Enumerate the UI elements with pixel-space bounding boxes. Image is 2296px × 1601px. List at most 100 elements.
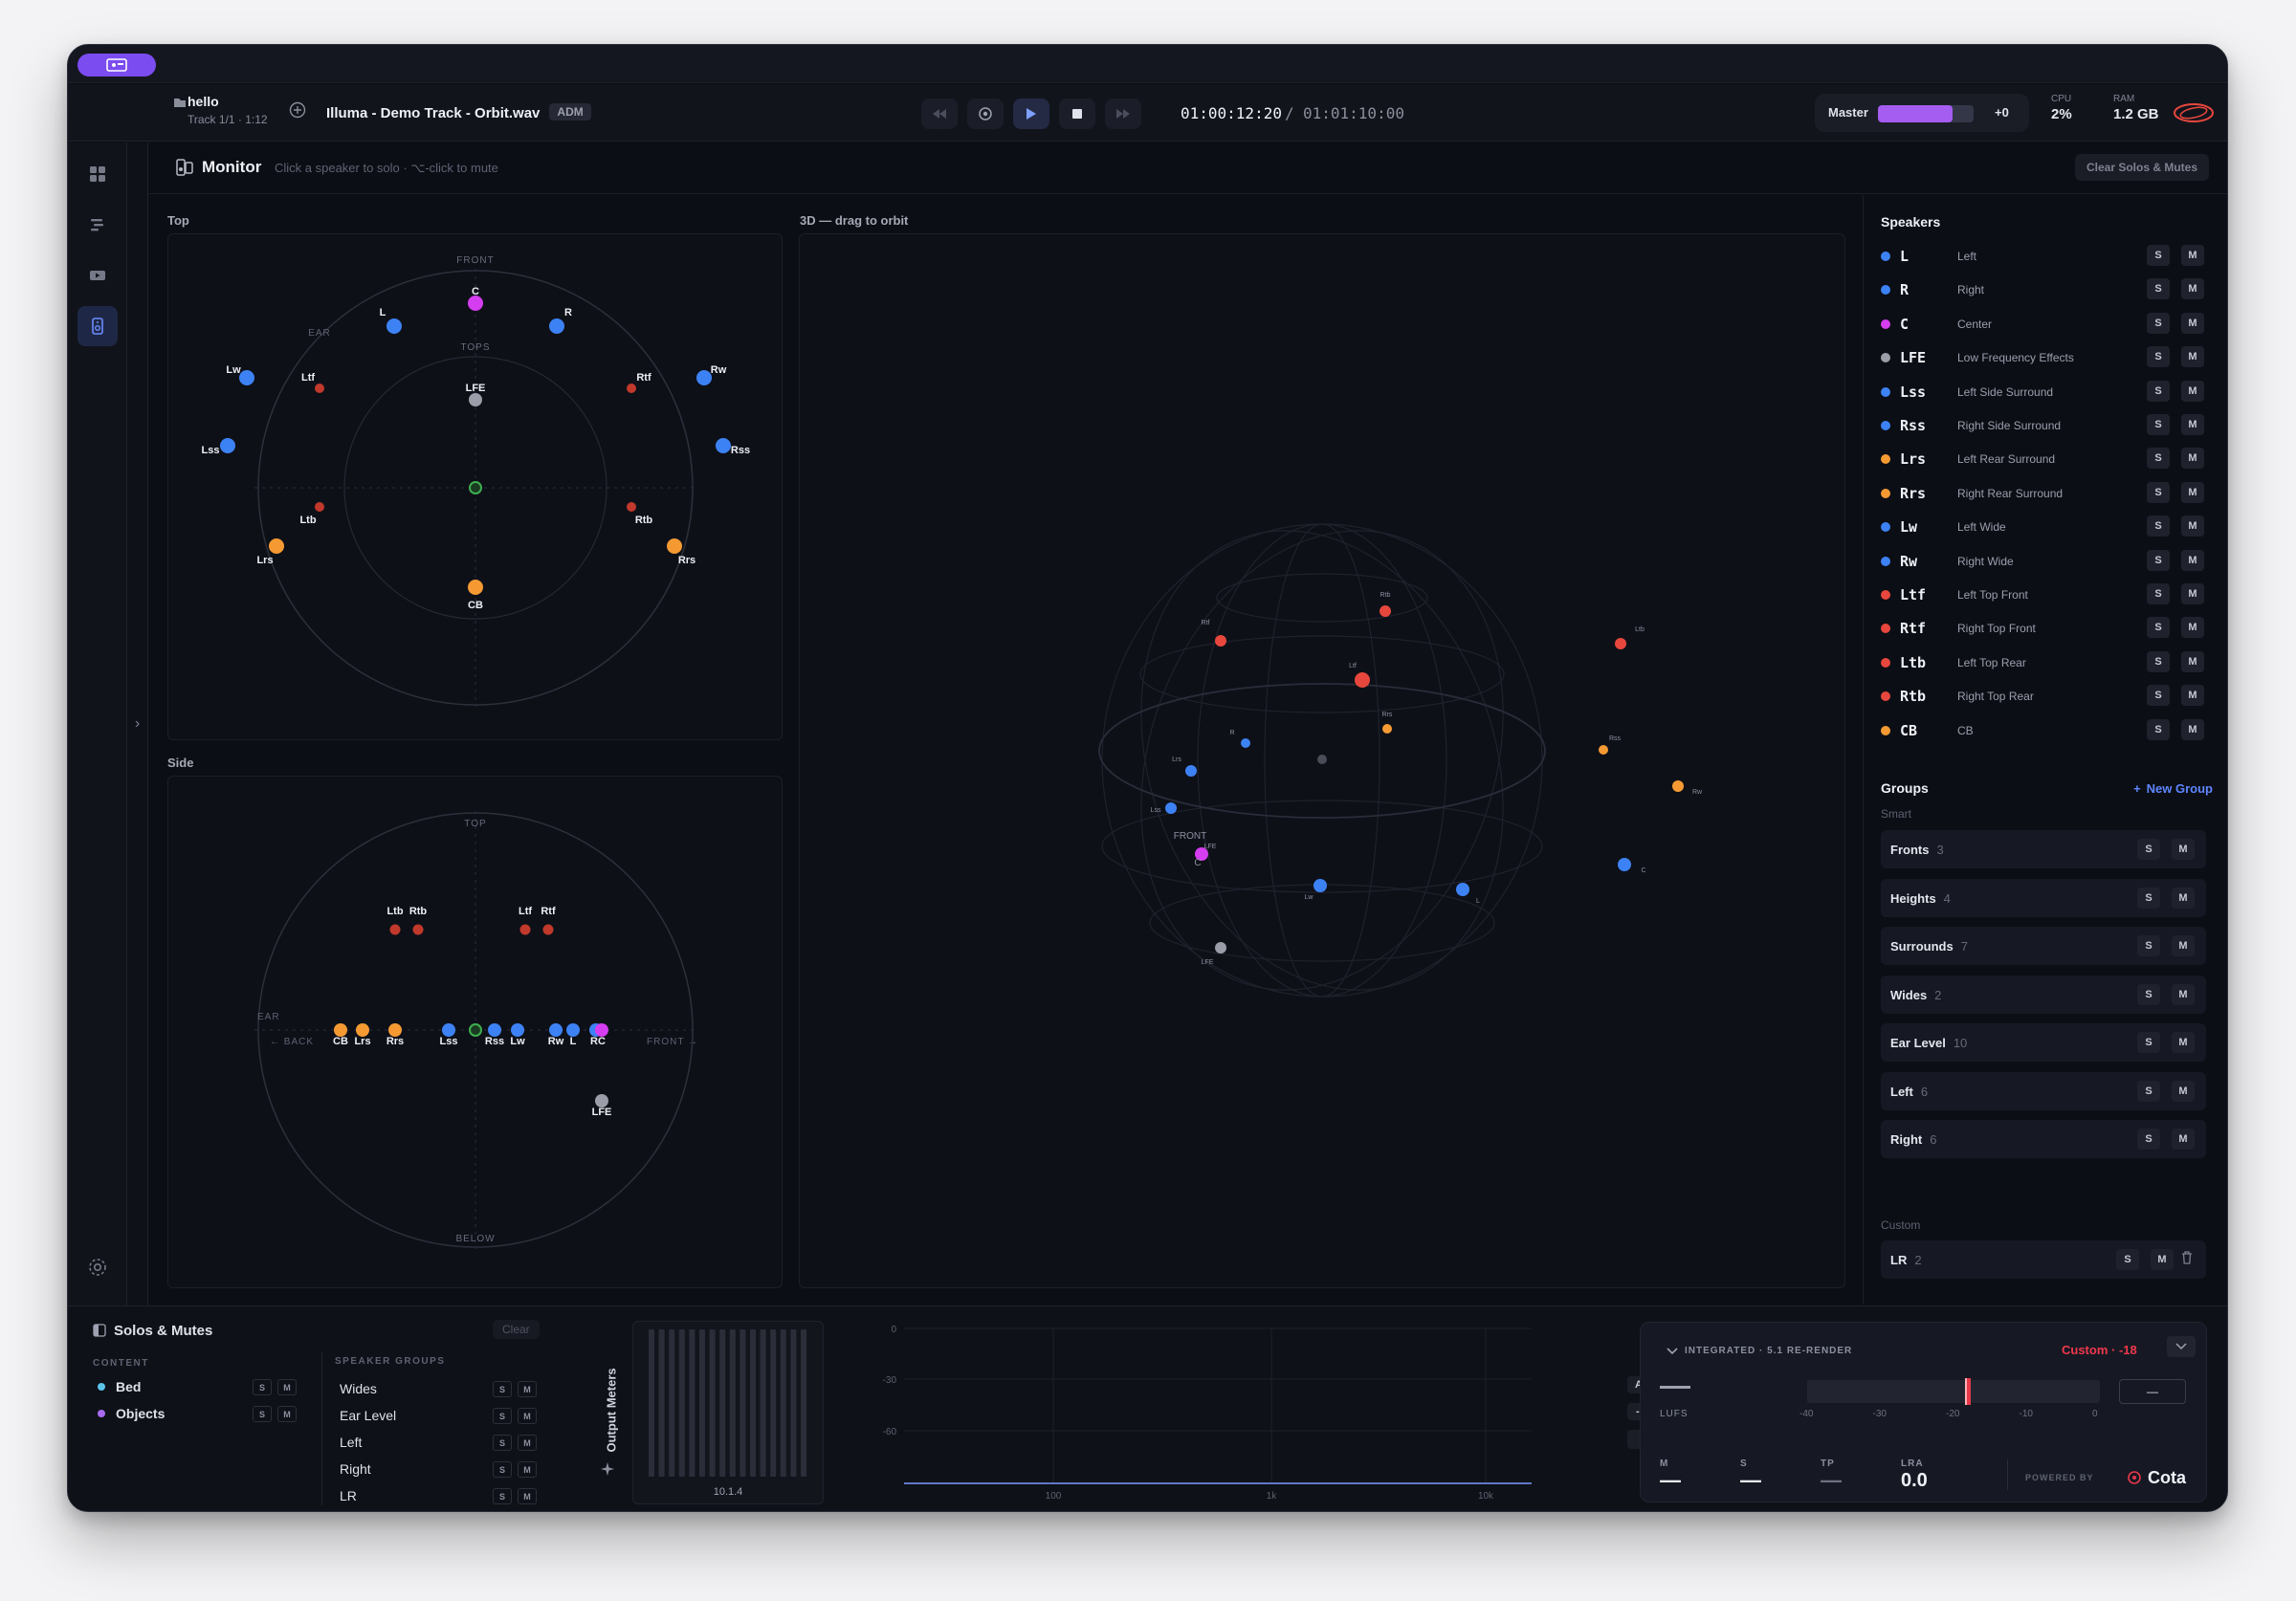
group-row-heights[interactable]: Heights 4 S M xyxy=(1881,878,2206,917)
top-speaker-l[interactable] xyxy=(386,318,402,334)
speaker-solo-button[interactable]: S xyxy=(2147,278,2170,300)
project-info[interactable]: hello Track 1/1 · 1:12 xyxy=(188,94,268,126)
speaker-solo-button[interactable]: S xyxy=(2147,549,2170,571)
group-mute-button[interactable]: M xyxy=(2172,983,2195,1005)
custom-group-solo[interactable]: S xyxy=(2116,1249,2139,1270)
bottom-group-solo[interactable]: S xyxy=(493,1408,512,1424)
speaker-row-ltb[interactable]: Ltb Left Top Rear S M xyxy=(1881,646,2212,678)
bottom-group-mute[interactable]: M xyxy=(518,1435,537,1451)
side-view-canvas[interactable]: TOP BELOW EAR ← BACK FRONT → Ltb Rtb Ltf Rt… xyxy=(168,777,784,1289)
v3d-speaker[interactable] xyxy=(1672,780,1684,792)
speaker-mute-button[interactable]: M xyxy=(2181,448,2204,470)
speaker-row-rrs[interactable]: Rrs Right Rear Surround S M xyxy=(1881,476,2212,509)
top-speaker-rss[interactable] xyxy=(716,438,731,453)
group-solo-button[interactable]: S xyxy=(2137,935,2160,956)
bottom-group-solo[interactable]: S xyxy=(493,1381,512,1397)
speaker-mute-button[interactable]: M xyxy=(2181,245,2204,266)
side-speaker-cb[interactable] xyxy=(334,1023,347,1037)
add-track-icon[interactable] xyxy=(289,101,306,123)
v3d-speaker[interactable] xyxy=(1599,745,1608,755)
bottom-group-mute[interactable]: M xyxy=(518,1461,537,1478)
top-speaker-ltb[interactable] xyxy=(315,502,324,512)
speaker-solo-button[interactable]: S xyxy=(2147,685,2170,707)
group-mute-button[interactable]: M xyxy=(2172,887,2195,909)
speaker-mute-button[interactable]: M xyxy=(2181,312,2204,334)
content-mute-button[interactable]: M xyxy=(277,1406,297,1422)
top-speaker-ltf[interactable] xyxy=(315,384,324,393)
app-menu-button[interactable] xyxy=(77,54,156,77)
speaker-row-rss[interactable]: Rss Right Side Surround S M xyxy=(1881,408,2212,441)
bottom-group-mute[interactable]: M xyxy=(518,1488,537,1504)
group-solo-button[interactable]: S xyxy=(2137,839,2160,860)
top-speaker-r[interactable] xyxy=(549,318,564,334)
v3d-speaker[interactable] xyxy=(1241,738,1250,748)
speaker-mute-button[interactable]: M xyxy=(2181,515,2204,537)
master-volume[interactable]: Master +0 xyxy=(1815,94,2029,132)
speaker-solo-button[interactable]: S xyxy=(2147,617,2170,639)
side-speaker-l[interactable] xyxy=(566,1023,580,1037)
top-speaker-lw[interactable] xyxy=(239,370,254,385)
v3d-speaker[interactable] xyxy=(1215,942,1226,954)
group-row-surrounds[interactable]: Surrounds 7 S M xyxy=(1881,927,2206,965)
v3d-speaker[interactable] xyxy=(1185,765,1197,777)
group-solo-button[interactable]: S xyxy=(2137,887,2160,909)
custom-group-mute[interactable]: M xyxy=(2151,1249,2174,1270)
loop-button[interactable] xyxy=(967,99,1004,129)
speaker-mute-button[interactable]: M xyxy=(2181,650,2204,672)
speaker-row-rtf[interactable]: Rtf Right Top Front S M xyxy=(1881,611,2212,644)
bottom-group-solo[interactable]: S xyxy=(493,1488,512,1504)
speaker-row-c[interactable]: C Center S M xyxy=(1881,307,2212,340)
trash-icon[interactable] xyxy=(2181,1251,2193,1269)
bottom-group-mute[interactable]: M xyxy=(518,1408,537,1424)
nav-timeline[interactable] xyxy=(77,205,118,245)
speaker-solo-button[interactable]: S xyxy=(2147,718,2170,740)
stop-button[interactable] xyxy=(1059,99,1095,129)
bottom-group-solo[interactable]: S xyxy=(493,1461,512,1478)
bottom-group-solo[interactable]: S xyxy=(493,1435,512,1451)
loudness-target[interactable]: Custom · -18 xyxy=(2062,1343,2137,1357)
group-solo-button[interactable]: S xyxy=(2137,1032,2160,1053)
side-speaker-rtf[interactable] xyxy=(542,924,554,935)
output-meters-tab[interactable]: Output Meters xyxy=(597,1345,626,1488)
top-speaker-rrs[interactable] xyxy=(667,538,682,554)
speaker-row-lfe[interactable]: LFE Low Frequency Effects S M xyxy=(1881,340,2212,373)
clear-solos-mutes-button[interactable]: Clear Solos & Mutes xyxy=(2074,154,2209,181)
speaker-mute-button[interactable]: M xyxy=(2181,617,2204,639)
speaker-mute-button[interactable]: M xyxy=(2181,583,2204,604)
speaker-solo-button[interactable]: S xyxy=(2147,312,2170,334)
side-speaker-rrs[interactable] xyxy=(388,1023,402,1037)
v3d-speaker[interactable] xyxy=(1382,724,1392,734)
top-speaker-c[interactable] xyxy=(468,296,483,311)
bottom-group-mute[interactable]: M xyxy=(518,1381,537,1397)
rewind-button[interactable] xyxy=(921,99,958,129)
v3d-speaker[interactable] xyxy=(1215,635,1226,647)
top-speaker-rtf[interactable] xyxy=(627,384,636,393)
side-speaker-rss[interactable] xyxy=(488,1023,501,1037)
play-button[interactable] xyxy=(1013,99,1049,129)
speaker-row-rw[interactable]: Rw Right Wide S M xyxy=(1881,544,2212,577)
v3d-speaker[interactable] xyxy=(1165,802,1177,814)
speaker-mute-button[interactable]: M xyxy=(2181,481,2204,503)
solos-clear-button[interactable]: Clear xyxy=(493,1320,540,1339)
speaker-mute-button[interactable]: M xyxy=(2181,718,2204,740)
group-mute-button[interactable]: M xyxy=(2172,935,2195,956)
drawer-toggle[interactable]: › xyxy=(127,143,148,1305)
top-view-canvas[interactable]: FRONT TOPS EAR C L R Lw Rw Ltf Rtf LFE Lss Rss Ltb… xyxy=(168,234,784,741)
view3d-canvas[interactable]: Rtf Rtb Ltb Ltf Rrs Rss Rw R Lrs Lss Lw L C C LFE LFE FR… xyxy=(800,234,1846,1289)
speaker-solo-button[interactable]: S xyxy=(2147,414,2170,435)
speaker-solo-button[interactable]: S xyxy=(2147,515,2170,537)
speaker-solo-button[interactable]: S xyxy=(2147,380,2170,402)
nav-dashboard[interactable] xyxy=(77,154,118,194)
speaker-row-ltf[interactable]: Ltf Left Top Front S M xyxy=(1881,578,2212,610)
new-group-button[interactable]: + New Group xyxy=(2133,781,2213,796)
side-speaker-rw[interactable] xyxy=(549,1023,563,1037)
group-mute-button[interactable]: M xyxy=(2172,839,2195,860)
content-solo-button[interactable]: S xyxy=(253,1379,272,1395)
fast-forward-button[interactable] xyxy=(1105,99,1141,129)
group-row-ear-level[interactable]: Ear Level 10 S M xyxy=(1881,1023,2206,1062)
nav-media[interactable] xyxy=(77,255,118,296)
group-mute-button[interactable]: M xyxy=(2172,1032,2195,1053)
side-speaker-lss[interactable] xyxy=(442,1023,455,1037)
view3d-panel[interactable]: Rtf Rtb Ltb Ltf Rrs Rss Rw R Lrs Lss Lw L C C LFE LFE FR… xyxy=(799,233,1845,1288)
speaker-mute-button[interactable]: M xyxy=(2181,380,2204,402)
